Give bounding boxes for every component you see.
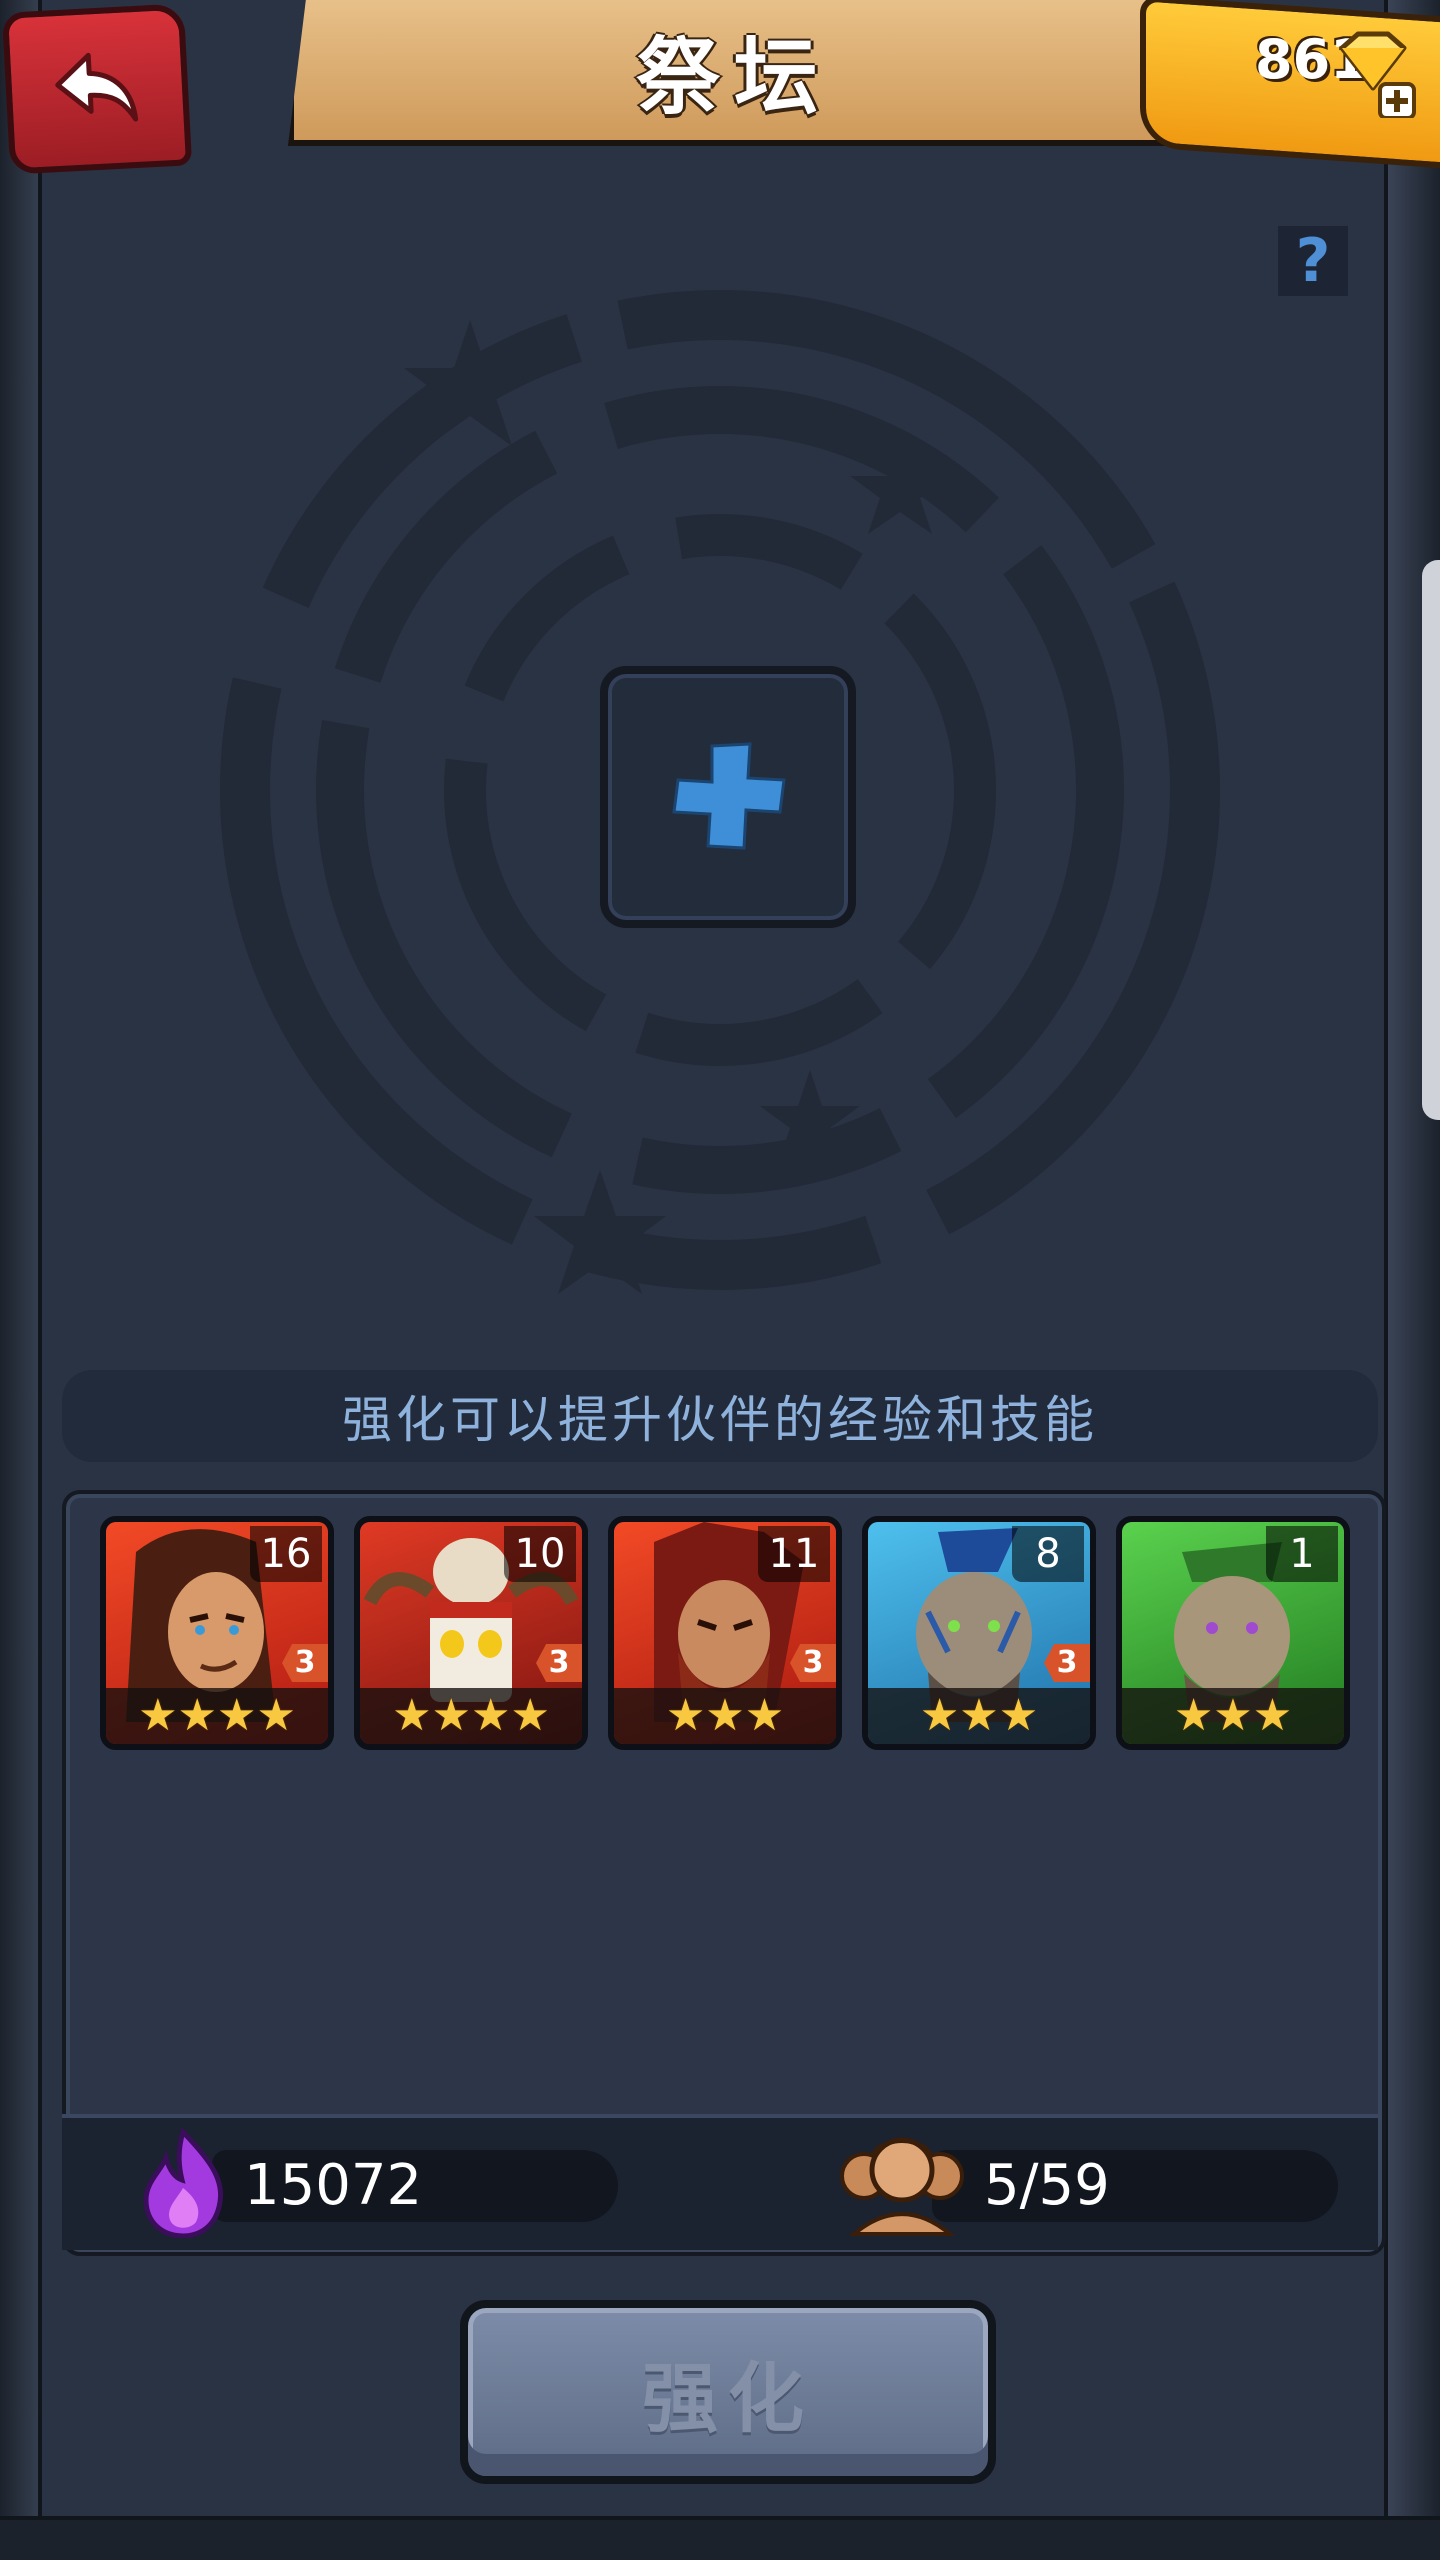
side-drawer-handle[interactable] [1422,560,1440,1120]
partner-count: 5/59 [984,2153,1110,2218]
partner-stars: ★★★★ [106,1688,328,1744]
partner-level: 10 [504,1526,576,1582]
hint-text: 强化可以提升伙伴的经验和技能 [342,1391,1098,1449]
partner-stars: ★★★★ [360,1688,582,1744]
add-partner-slot[interactable] [600,666,856,928]
partner-stars: ★★★ [614,1688,836,1744]
partner-group-icon [840,2137,964,2236]
gem-plus-icon[interactable] [1328,26,1420,118]
star-rating: ★★★ [665,1690,785,1741]
partner-level: 11 [758,1526,830,1582]
star-rating: ★★★★ [138,1690,296,1741]
help-button[interactable]: ? [1278,226,1348,296]
page-title: 祭坛 [635,26,832,126]
partner-stars: ★★★ [868,1688,1090,1744]
partner-card[interactable]: 8 3 ★★★ [862,1516,1096,1750]
partner-card[interactable]: 16 3 ★★★★ [100,1516,334,1750]
partner-level: 1 [1266,1526,1338,1582]
star-rating: ★★★ [1173,1690,1293,1741]
stone-frame-bottom [0,2516,1440,2560]
hint-banner: 强化可以提升伙伴的经验和技能 [62,1370,1378,1462]
purple-flame-icon [143,2128,224,2238]
partner-card[interactable]: 11 3 ★★★ [608,1516,842,1750]
enhance-button-label: 强化 [642,2354,814,2443]
partner-card[interactable]: 10 3 ★★★★ [354,1516,588,1750]
enhance-button[interactable]: 强化 [460,2300,996,2484]
essence-amount: 15072 [244,2153,423,2218]
stone-frame-right [1384,0,1440,2560]
back-arrow-icon [55,52,139,122]
star-rating: ★★★ [919,1690,1039,1741]
partner-level: 8 [1012,1526,1084,1582]
title-banner: 祭坛 [288,0,1180,146]
back-button[interactable] [1,3,193,175]
partner-card[interactable]: 1 ★★★ [1116,1516,1350,1750]
plus-icon [672,742,786,850]
star-rating: ★★★★ [392,1690,550,1741]
partner-level: 16 [250,1526,322,1582]
partner-stars: ★★★ [1122,1688,1344,1744]
stone-frame-left [0,0,42,2560]
